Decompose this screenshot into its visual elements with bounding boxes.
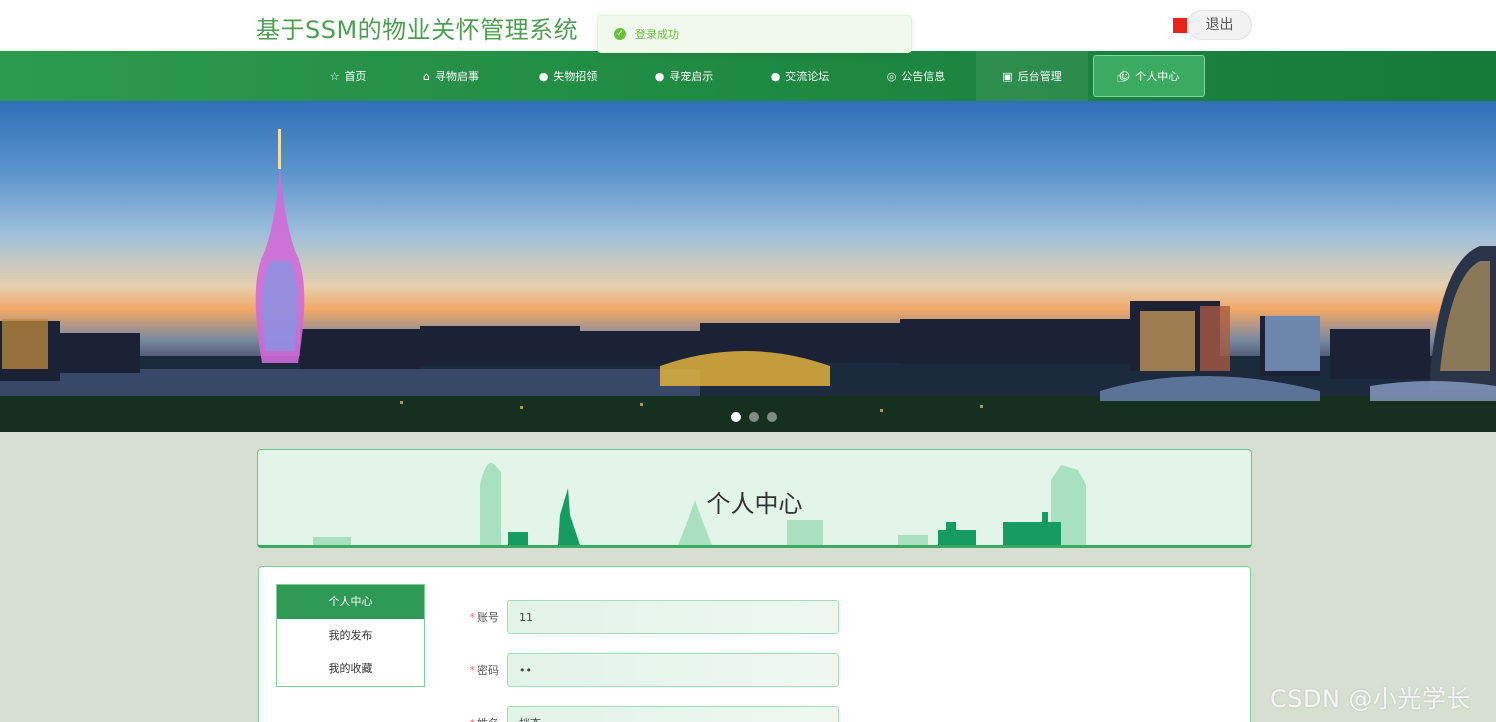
side-menu-item-profile[interactable]: 个人中心 (277, 585, 424, 619)
nav-item-label: 公告信息 (901, 70, 946, 83)
watermark: CSDN @小光学长 (1270, 685, 1472, 713)
check-circle-icon: ✓ (614, 28, 626, 40)
star-icon: ☆ (329, 69, 340, 83)
info-icon: ● (538, 69, 549, 83)
account-label: * 账号 (469, 611, 500, 624)
nav-item-label: 首页 (344, 70, 367, 83)
page-title-banner: 个人中心 (257, 449, 1252, 548)
profile-panel: 个人中心 我的发布 我的收藏 *账号 *密码 *姓名 (258, 566, 1251, 722)
password-row: * 密码 (449, 653, 839, 687)
nav-item-lost-found[interactable]: ● 失物招领 (522, 51, 614, 101)
flag-icon (1173, 18, 1187, 33)
account-row: * 账号 (449, 600, 839, 634)
globe-icon: ◎ (886, 69, 897, 83)
info-icon: ● (654, 69, 665, 83)
nav-item-profile[interactable]: ☺ 个人中心 (1093, 55, 1205, 97)
site-title: 基于SSM的物业关怀管理系统 (256, 16, 579, 44)
bag-icon: ⌂ (423, 69, 430, 83)
success-toast: ✓ 登录成功 (597, 15, 912, 53)
nav-item-label: 交流论坛 (785, 70, 830, 83)
nav-item-pet-search[interactable]: ● 寻宠启示 (638, 51, 730, 101)
nav-item-label: 寻物启事 (434, 70, 479, 83)
carousel-dot[interactable] (731, 412, 741, 422)
password-field[interactable] (507, 653, 839, 687)
side-menu-item-my-favorites[interactable]: 我的收藏 (277, 652, 424, 685)
account-field[interactable] (507, 600, 839, 634)
nav-item-notice[interactable]: ◎ 公告信息 (870, 51, 962, 101)
name-label: *姓名 (449, 715, 507, 722)
side-menu-item-my-posts[interactable]: 我的发布 (277, 619, 424, 652)
nav-item-label: 失物招领 (553, 70, 598, 83)
nav-item-label: 寻宠启示 (669, 70, 714, 83)
page-title: 个人中心 (706, 490, 803, 518)
nav-item-label: 个人中心 (1135, 70, 1180, 83)
nav-item-home[interactable]: ☆ 首页 (314, 51, 382, 101)
toast-message: 登录成功 (635, 28, 679, 41)
name-field[interactable] (507, 706, 839, 722)
carousel-indicators (731, 412, 777, 422)
hand-cursor-icon: ☝ (1116, 67, 1126, 86)
city-skyline-image (0, 129, 1496, 432)
nav-item-admin[interactable]: ▣ 后台管理 (976, 51, 1088, 101)
carousel-dot[interactable] (749, 412, 759, 422)
name-row: *姓名 (449, 706, 839, 722)
banner-carousel[interactable] (0, 101, 1496, 432)
carousel-dot[interactable] (767, 412, 777, 422)
box-icon: ▣ (1002, 69, 1013, 83)
info-icon: ● (770, 69, 781, 83)
password-label: * 密码 (469, 664, 500, 677)
nav-item-lost-search[interactable]: ⌂ 寻物启事 (406, 51, 496, 101)
side-menu: 个人中心 我的发布 我的收藏 (276, 584, 425, 687)
logout-button[interactable]: 退出 (1187, 10, 1252, 40)
nav-item-label: 后台管理 (1017, 70, 1062, 83)
nav-item-forum[interactable]: ● 交流论坛 (754, 51, 846, 101)
main-nav: ☆ 首页 ⌂ 寻物启事 ● 失物招领 ● 寻宠启示 ● 交流论坛 ◎ 公告信息 … (0, 51, 1496, 101)
